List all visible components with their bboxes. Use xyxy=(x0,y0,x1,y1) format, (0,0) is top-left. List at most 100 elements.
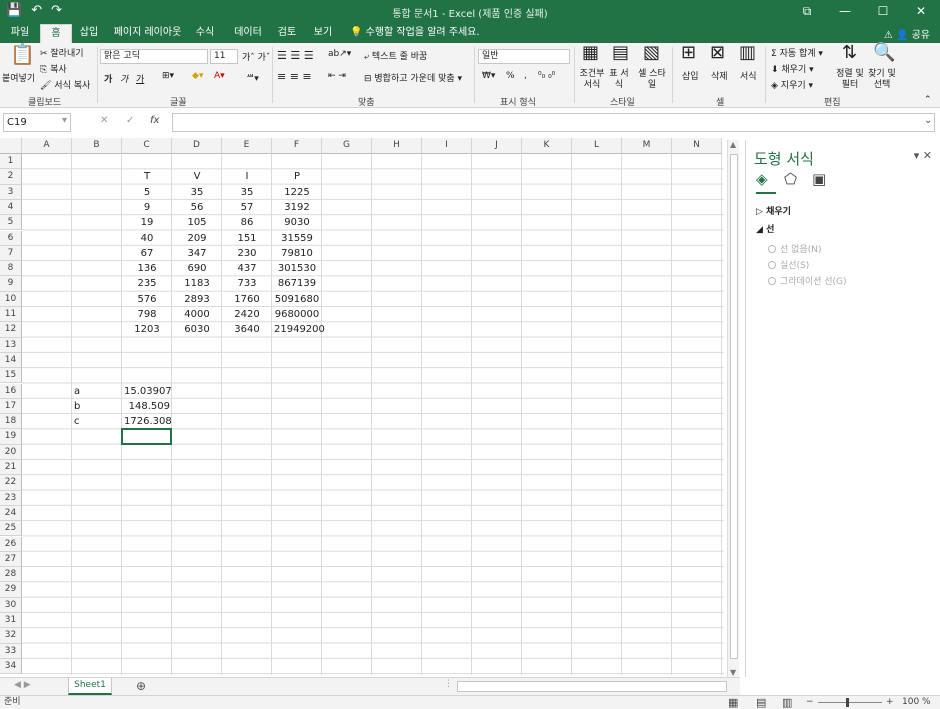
table-cell[interactable]: 5 xyxy=(124,185,170,200)
minimize-icon[interactable]: — xyxy=(826,0,864,24)
collapse-ribbon-icon[interactable]: ⌃ xyxy=(924,95,932,105)
row-header[interactable]: 19 xyxy=(0,429,22,445)
table-cell[interactable]: 56 xyxy=(174,200,220,215)
table-cell[interactable]: 79810 xyxy=(274,246,320,261)
tab-data[interactable]: 데이터 xyxy=(228,24,268,43)
cell-styles-icon[interactable]: ▧ xyxy=(643,44,660,62)
autosum-button[interactable]: Σ 자동 합계 ▾ xyxy=(771,46,823,59)
fill-color-icon[interactable]: ◆▾ xyxy=(192,71,203,81)
row-header[interactable]: 4 xyxy=(0,199,22,216)
table-cell[interactable]: 9 xyxy=(124,200,170,215)
scroll-down-icon[interactable]: ▼ xyxy=(730,668,736,677)
tab-page-layout[interactable]: 페이지 레이아웃 xyxy=(110,24,185,43)
comma-button[interactable]: , xyxy=(524,71,527,81)
insert-cells-icon[interactable]: ⊞ xyxy=(681,44,696,62)
row-header[interactable]: 2 xyxy=(0,169,22,185)
share-button[interactable]: ⚠ 👤 공유 xyxy=(884,26,930,41)
delete-cells-icon[interactable]: ⊠ xyxy=(710,44,725,62)
fill-line-icon[interactable]: ◈ xyxy=(756,170,768,188)
size-properties-icon[interactable]: ▣ xyxy=(812,170,826,188)
table-header-cell[interactable]: T xyxy=(124,169,170,184)
row-header[interactable]: 10 xyxy=(0,291,22,307)
selected-cell-outline[interactable] xyxy=(121,428,172,445)
row-header[interactable]: 13 xyxy=(0,337,22,353)
clear-button[interactable]: ◈ 지우기 ▾ xyxy=(771,78,813,91)
table-cell[interactable]: 1225 xyxy=(274,185,320,200)
gradient-line-radio[interactable]: 그라데이션 선(G) xyxy=(768,274,847,287)
vertical-scrollbar[interactable]: ▲ ▼ xyxy=(727,140,739,677)
worksheet-grid[interactable]: ABCDEFGHIJKLMN 1 2 3 4 5 6 7 8 9 10 11 12 13 14 15 16 17… xyxy=(0,138,740,675)
table-cell[interactable]: 151 xyxy=(224,231,270,246)
row-header[interactable]: 18 xyxy=(0,414,22,430)
table-cell[interactable]: 86 xyxy=(224,215,270,230)
param-label-cell[interactable]: b xyxy=(74,399,120,414)
param-label-cell[interactable]: a xyxy=(74,384,120,399)
table-cell[interactable]: 105 xyxy=(174,215,220,230)
wrap-text-button[interactable]: ⤶ 텍스트 줄 바꿈 xyxy=(364,49,427,62)
normal-view-icon[interactable]: ▦ xyxy=(728,696,738,709)
table-cell[interactable]: 9030 xyxy=(274,215,320,230)
orientation-icon[interactable]: ab↗▾ xyxy=(328,49,351,59)
sheet-tab-sheet1[interactable]: Sheet1 xyxy=(68,678,112,695)
row-header[interactable]: 7 xyxy=(0,245,22,262)
table-cell[interactable]: 35 xyxy=(224,185,270,200)
fill-section[interactable]: ▷ 채우기 xyxy=(756,204,791,217)
row-header[interactable]: 11 xyxy=(0,307,22,323)
row-header[interactable]: 6 xyxy=(0,230,22,246)
table-cell[interactable]: 2893 xyxy=(174,292,220,307)
bold-button[interactable]: 가 xyxy=(104,72,112,85)
copy-button[interactable]: ⎘ 복사 xyxy=(40,62,67,75)
table-cell[interactable]: 1183 xyxy=(174,276,220,291)
table-cell[interactable]: 867139 xyxy=(274,276,320,291)
zoom-in-icon[interactable]: + xyxy=(886,696,894,709)
select-all-corner[interactable] xyxy=(0,138,22,154)
table-cell[interactable]: 9680000 xyxy=(274,307,320,322)
find-select-icon[interactable]: 🔍 xyxy=(873,44,895,62)
row-header[interactable]: 1 xyxy=(0,154,22,170)
column-header[interactable]: B xyxy=(72,138,122,154)
row-header[interactable]: 22 xyxy=(0,475,22,491)
row-header[interactable]: 30 xyxy=(0,597,22,613)
effects-icon[interactable]: ⬠ xyxy=(784,170,797,188)
table-cell[interactable]: 347 xyxy=(174,246,220,261)
row-header[interactable]: 17 xyxy=(0,398,22,415)
format-cells-button[interactable]: 서식 xyxy=(740,69,757,82)
solid-line-radio[interactable]: 실선(S) xyxy=(768,258,809,271)
table-cell[interactable]: 31559 xyxy=(274,231,320,246)
row-header[interactable]: 24 xyxy=(0,505,22,522)
row-header[interactable]: 29 xyxy=(0,582,22,598)
close-icon[interactable]: ✕ xyxy=(902,0,940,24)
decimal-icon[interactable]: ⁰₀ ₀⁰ xyxy=(538,71,555,81)
font-color-icon[interactable]: A▾ xyxy=(214,71,225,81)
table-cell[interactable]: 733 xyxy=(224,276,270,291)
no-line-radio[interactable]: 선 없음(N) xyxy=(768,242,821,255)
table-cell[interactable]: 1760 xyxy=(224,292,270,307)
table-header-cell[interactable]: V xyxy=(174,169,220,184)
merge-center-button[interactable]: ⊟ 병합하고 가운데 맞춤 ▾ xyxy=(364,71,462,84)
conditional-format-icon[interactable]: ▦ xyxy=(582,44,599,62)
delete-cells-button[interactable]: 삭제 xyxy=(711,69,728,82)
table-cell[interactable]: 230 xyxy=(224,246,270,261)
row-header[interactable]: 14 xyxy=(0,352,22,369)
column-header[interactable]: I xyxy=(422,138,472,154)
font-size-select[interactable]: 11 xyxy=(210,49,238,64)
row-header[interactable]: 23 xyxy=(0,490,22,506)
table-cell[interactable]: 798 xyxy=(124,307,170,322)
insert-function-icon[interactable]: fx xyxy=(150,115,159,126)
vertical-scroll-thumb[interactable] xyxy=(730,154,738,659)
number-format-select[interactable]: 일반 xyxy=(478,49,570,64)
left-align-icon[interactable]: ≡ ≡ ≡ xyxy=(277,70,312,83)
table-cell[interactable]: 3192 xyxy=(274,200,320,215)
table-cell[interactable]: 19 xyxy=(124,215,170,230)
name-box[interactable]: C19 xyxy=(3,113,71,132)
format-painter-button[interactable]: 🖌 서식 복사 xyxy=(40,78,90,91)
page-layout-view-icon[interactable]: ▤ xyxy=(756,696,766,709)
maximize-icon[interactable]: ☐ xyxy=(864,0,902,24)
table-cell[interactable]: 690 xyxy=(174,261,220,276)
table-cell[interactable]: 2420 xyxy=(224,307,270,322)
row-header[interactable]: 25 xyxy=(0,521,22,537)
font-name-select[interactable]: 맑은 고딕 xyxy=(100,49,208,64)
add-sheet-icon[interactable]: ⊕ xyxy=(136,679,146,693)
table-cell[interactable]: 209 xyxy=(174,231,220,246)
column-header[interactable]: L xyxy=(572,138,622,154)
